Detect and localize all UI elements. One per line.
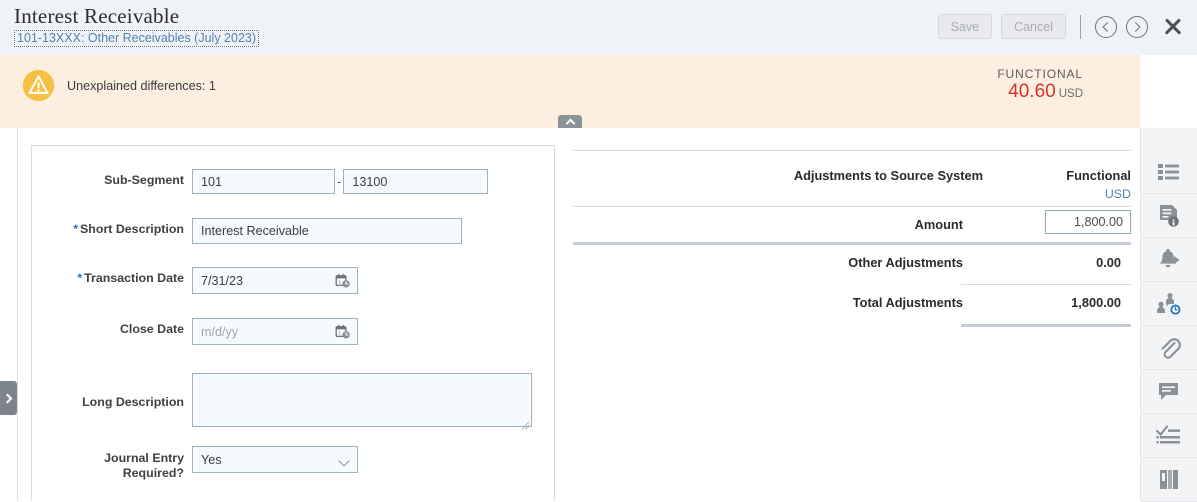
sidebar-item-attachments[interactable]	[1141, 326, 1197, 370]
other-adjustments-label: Other Adjustments	[848, 255, 963, 270]
save-button[interactable]: Save	[938, 14, 993, 39]
close-date-label: Close Date	[32, 318, 184, 337]
sidebar-item-alerts[interactable]	[1141, 238, 1197, 282]
long-description-textarea[interactable]	[192, 373, 532, 427]
sub-segment-input-2[interactable]	[343, 169, 488, 194]
comment-icon	[1157, 381, 1181, 403]
sidebar-item-workflow[interactable]	[1141, 282, 1197, 326]
journal-entry-select[interactable]	[192, 446, 358, 473]
calendar-clock-icon[interactable]: 1	[335, 273, 351, 289]
right-sidebar	[1140, 128, 1197, 501]
page-title: Interest Receivable	[14, 4, 179, 29]
next-record-icon[interactable]	[1126, 16, 1148, 38]
row-amount: Amount	[573, 207, 1131, 242]
svg-text:1: 1	[338, 279, 341, 285]
bell-alerts-icon	[1157, 248, 1181, 272]
cancel-button[interactable]: Cancel	[1001, 14, 1066, 39]
functional-currency: USD	[1059, 88, 1083, 100]
row-total-adjustments: Total Adjustments 1,800.00	[573, 285, 1131, 324]
chevron-up-icon	[565, 118, 575, 128]
field-long-description: Long Description	[32, 373, 542, 432]
close-date-input[interactable]	[192, 318, 358, 345]
row-other-adjustments: Other Adjustments 0.00	[573, 245, 1131, 284]
workflow-users-icon	[1156, 292, 1182, 316]
warning-text: Unexplained differences: 1	[67, 79, 216, 93]
adjustments-panel: Adjustments to Source System Functional …	[573, 150, 1131, 327]
document-info-icon	[1158, 204, 1180, 228]
svg-text:1: 1	[338, 330, 341, 336]
breadcrumb-link[interactable]: 101-13XXX: Other Receivables (July 2023)	[14, 30, 259, 47]
required-marker: *	[77, 271, 82, 285]
sub-segment-label: Sub-Segment	[32, 169, 184, 188]
functional-total: FUNCTIONAL 40.60USD	[997, 67, 1083, 103]
expand-left-panel-button[interactable]	[0, 381, 17, 415]
long-description-label: Long Description	[32, 373, 184, 410]
panel-divider-total	[961, 324, 1131, 327]
book-history-icon	[1158, 468, 1180, 492]
field-journal-entry-required: Journal EntryRequired?	[32, 446, 502, 481]
sidebar-item-history[interactable]	[1141, 458, 1197, 502]
short-description-label: *Short Description	[32, 218, 184, 237]
other-adjustments-value: 0.00	[1096, 255, 1121, 270]
sidebar-item-comments[interactable]	[1141, 370, 1197, 414]
functional-amount-row: 40.60USD	[997, 81, 1083, 103]
calendar-clock-icon[interactable]: 1	[335, 324, 351, 340]
left-rail-divider	[17, 128, 18, 501]
list-summary-icon	[1157, 162, 1181, 182]
adjustments-title: Adjustments to Source System	[794, 168, 983, 183]
transaction-date-label: *Transaction Date	[32, 267, 184, 286]
journal-entry-label: Journal EntryRequired?	[32, 446, 184, 481]
transaction-form-panel: Sub-Segment - *Short Description *Transa…	[31, 145, 555, 501]
sidebar-item-checklist[interactable]	[1141, 414, 1197, 458]
required-marker: *	[73, 222, 78, 236]
sub-segment-separator: -	[335, 169, 343, 189]
paperclip-attachments-icon	[1157, 336, 1181, 360]
close-icon[interactable]	[1161, 15, 1185, 39]
warning-message: Unexplained differences: 1	[22, 69, 216, 102]
sub-segment-input-1[interactable]	[192, 169, 335, 194]
adjustments-header: Adjustments to Source System Functional …	[573, 151, 1131, 206]
total-adjustments-value: 1,800.00	[1071, 295, 1121, 310]
functional-column-label: Functional	[1066, 168, 1131, 183]
field-short-description: *Short Description	[32, 218, 502, 244]
currency-label: USD	[1105, 187, 1131, 201]
field-transaction-date: *Transaction Date 1	[32, 267, 502, 294]
chevron-right-icon	[2, 393, 12, 403]
amount-label: Amount	[915, 217, 963, 232]
transaction-date-input[interactable]	[192, 267, 358, 294]
short-description-input[interactable]	[192, 218, 462, 244]
collapse-banner-button[interactable]	[558, 115, 582, 128]
sidebar-item-details[interactable]	[1141, 194, 1197, 238]
functional-amount: 40.60	[1008, 81, 1056, 102]
field-close-date: Close Date 1	[32, 318, 502, 345]
functional-label: FUNCTIONAL	[997, 67, 1083, 81]
sidebar-item-summary[interactable]	[1141, 150, 1197, 194]
header-actions: Save Cancel	[938, 14, 1185, 39]
warning-triangle-icon	[22, 69, 55, 102]
action-divider	[1080, 15, 1081, 39]
amount-input[interactable]	[1045, 210, 1131, 234]
checklist-icon	[1156, 425, 1182, 447]
previous-record-icon[interactable]	[1095, 16, 1117, 38]
page-header: Interest Receivable 101-13XXX: Other Rec…	[0, 0, 1197, 55]
total-adjustments-label: Total Adjustments	[853, 295, 963, 310]
field-sub-segment: Sub-Segment -	[32, 169, 502, 194]
